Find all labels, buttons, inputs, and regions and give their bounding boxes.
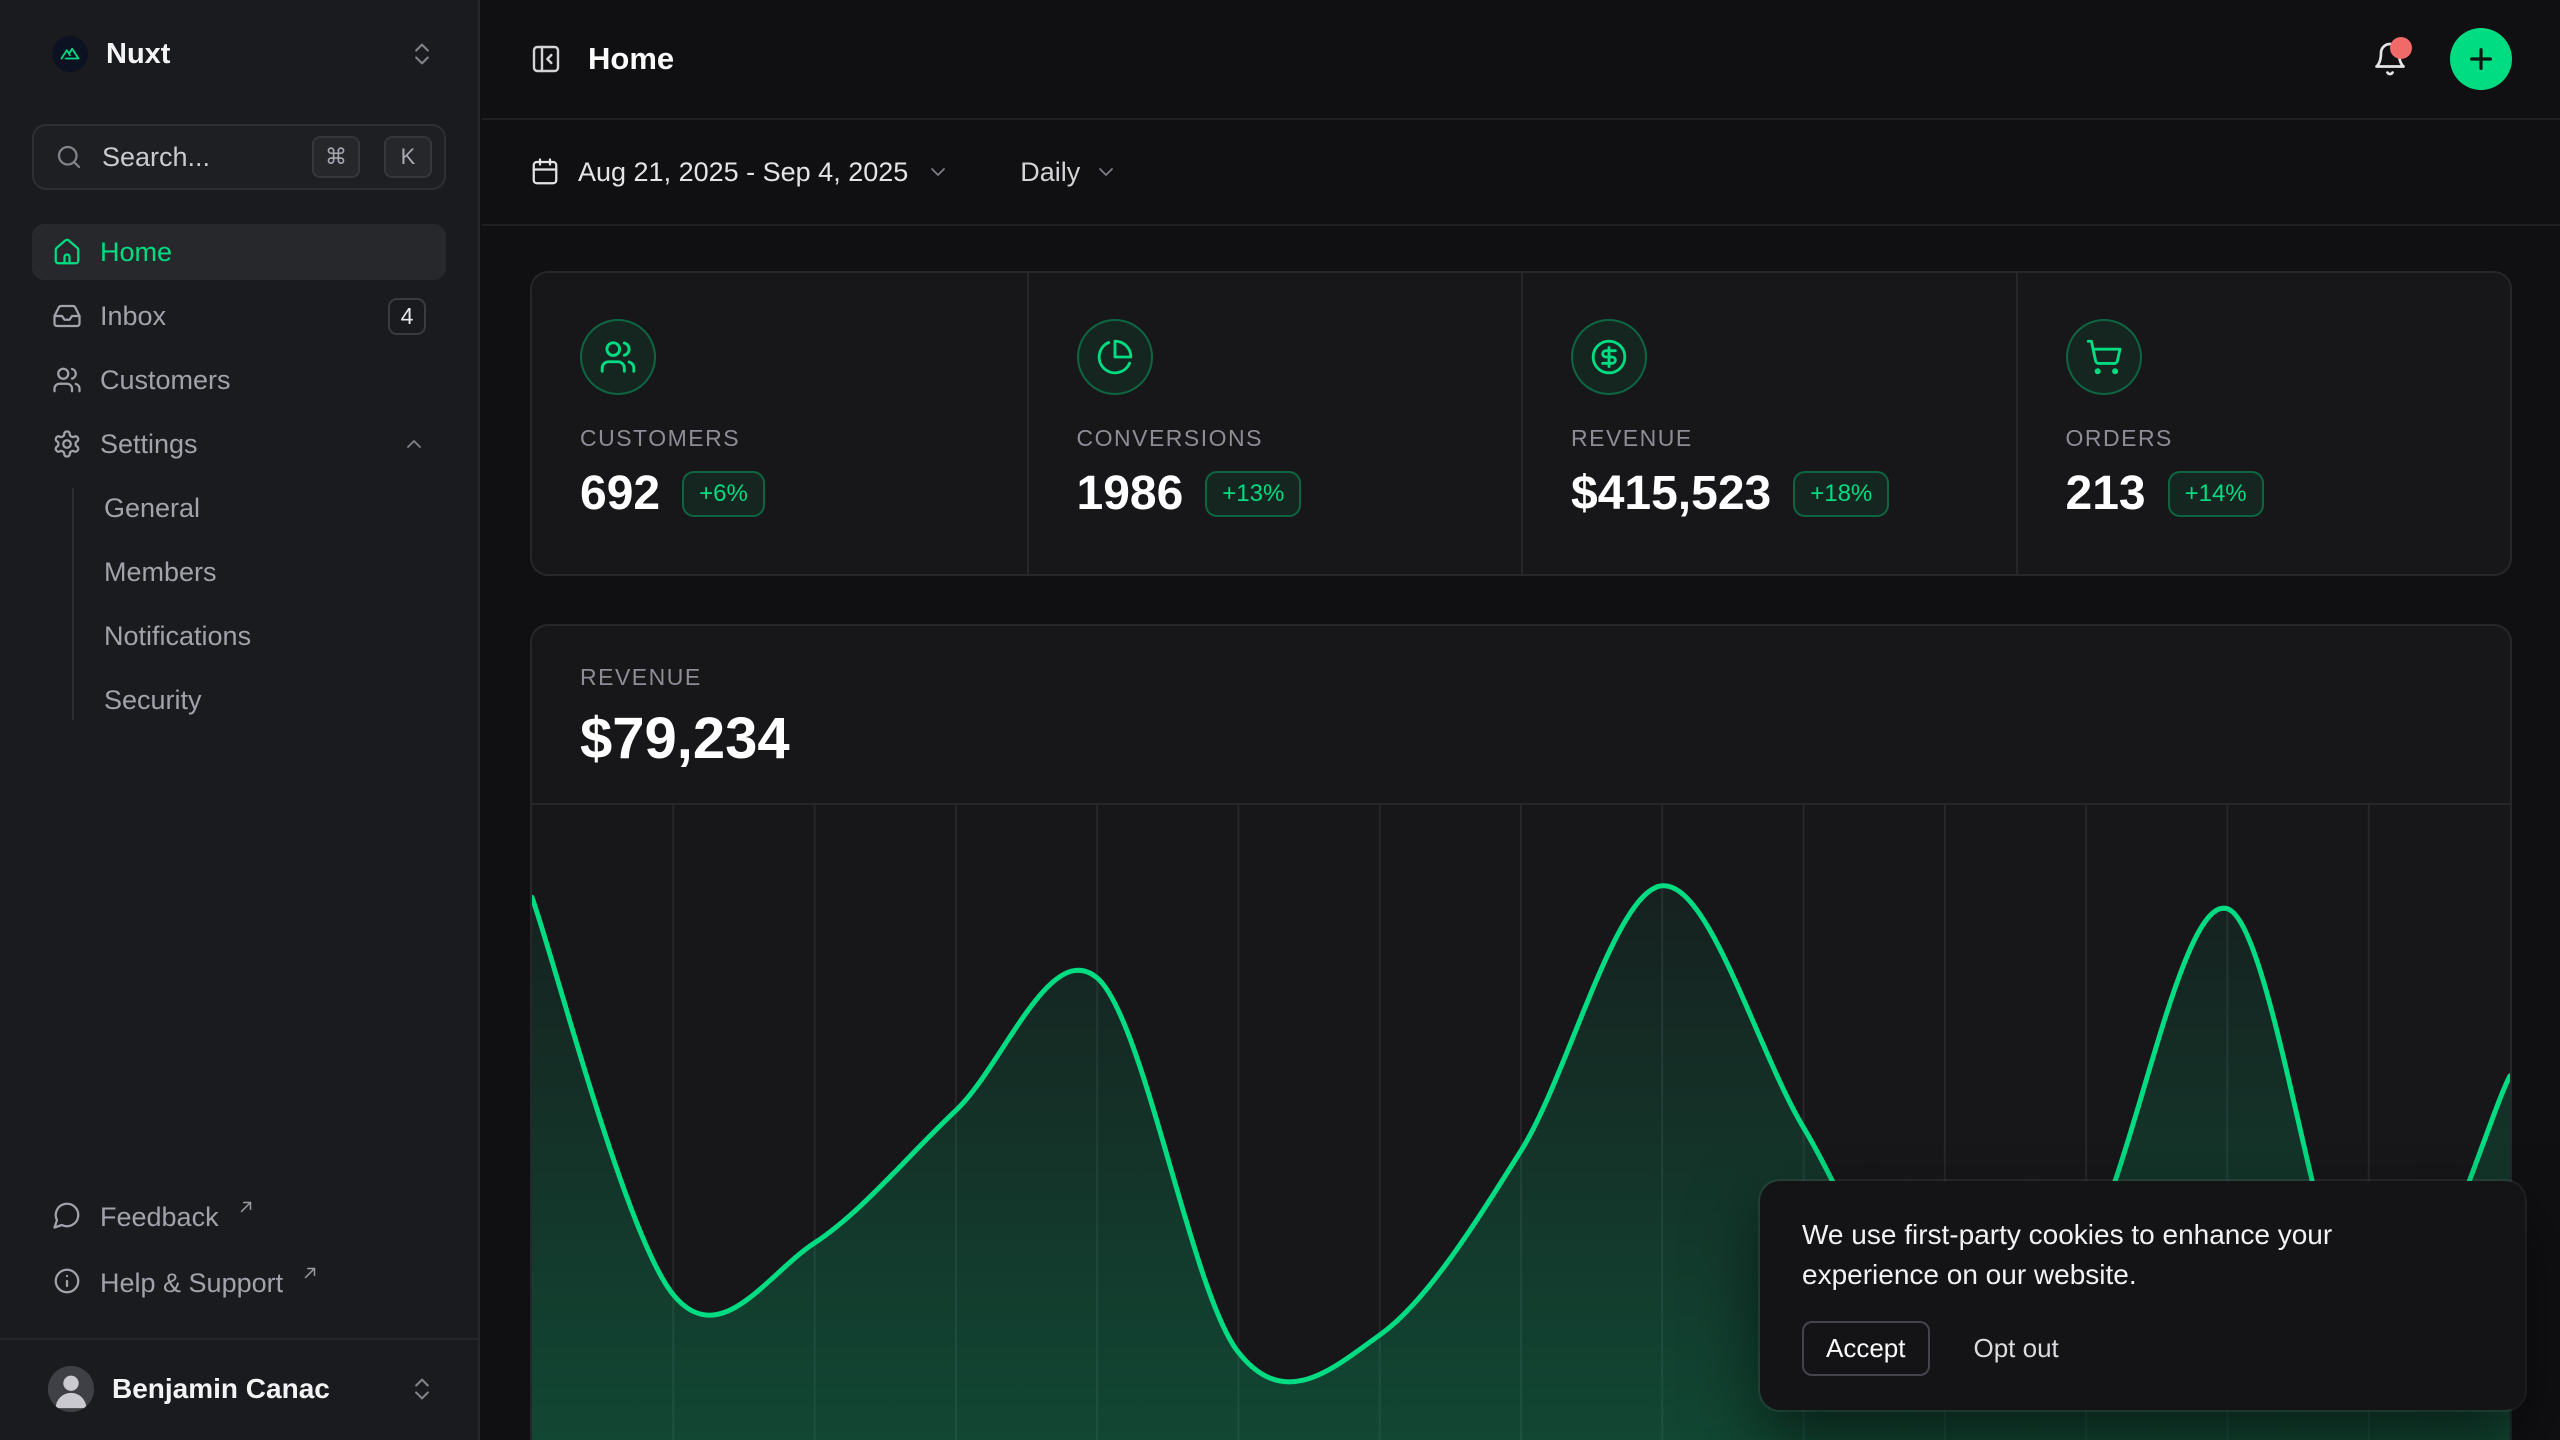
app-screen: Nuxt Search... ⌘ K Home xyxy=(0,0,2560,1440)
stat-label: REVENUE xyxy=(1571,425,1968,452)
chevron-up-icon xyxy=(402,432,426,456)
sidebar-item-label: Settings xyxy=(100,429,198,460)
stat-label: CUSTOMERS xyxy=(580,425,979,452)
sidebar-user-section: Benjamin Canac xyxy=(0,1338,478,1440)
stat-card-revenue: REVENUE $415,523 +18% xyxy=(1521,273,2016,574)
sidebar-spacer xyxy=(0,728,478,1192)
nuxt-logo-icon xyxy=(52,36,88,72)
calendar-icon xyxy=(530,157,560,187)
home-icon xyxy=(52,237,82,267)
page-title: Home xyxy=(588,41,674,77)
accept-button[interactable]: Accept xyxy=(1802,1321,1930,1376)
sidebar-item-inbox[interactable]: Inbox 4 xyxy=(32,288,446,344)
workspace-switcher[interactable]: Nuxt xyxy=(32,22,446,86)
sidebar-collapse-button[interactable] xyxy=(530,43,562,75)
stat-card-conversions: CONVERSIONS 1986 +13% xyxy=(1027,273,1522,574)
circle-dollar-icon xyxy=(1571,319,1647,395)
granularity-select[interactable]: Daily xyxy=(1014,156,1124,189)
chevrons-up-down-icon xyxy=(408,40,436,68)
kbd-k: K xyxy=(384,136,432,178)
stat-card-orders: ORDERS 213 +14% xyxy=(2016,273,2511,574)
info-circle-icon xyxy=(52,1266,82,1296)
feedback-link[interactable]: Feedback xyxy=(32,1192,446,1252)
stat-card-customers: CUSTOMERS 692 +6% xyxy=(532,273,1027,574)
avatar xyxy=(48,1366,94,1412)
chevron-down-icon xyxy=(1094,160,1118,184)
revenue-chart-label: REVENUE xyxy=(580,664,2462,691)
shopping-cart-icon xyxy=(2066,319,2142,395)
stat-label: ORDERS xyxy=(2066,425,2463,452)
user-name: Benjamin Canac xyxy=(112,1373,330,1405)
cookie-actions: Accept Opt out xyxy=(1802,1321,2483,1376)
sidebar: Nuxt Search... ⌘ K Home xyxy=(0,0,480,1440)
revenue-chart-header: REVENUE $79,234 xyxy=(532,626,2510,772)
page-header: Home xyxy=(482,0,2560,120)
stat-value: 1986 xyxy=(1077,466,1184,521)
workspace-name: Nuxt xyxy=(106,38,170,71)
inbox-count-badge: 4 xyxy=(388,298,426,335)
inbox-icon xyxy=(52,301,82,331)
stat-delta-badge: +18% xyxy=(1793,471,1889,517)
cookie-banner: We use first-party cookies to enhance yo… xyxy=(1760,1181,2525,1410)
external-link-icon xyxy=(237,1198,255,1216)
chevron-down-icon xyxy=(926,160,950,184)
notification-dot xyxy=(2390,37,2412,59)
filters-toolbar: Aug 21, 2025 - Sep 4, 2025 Daily xyxy=(482,120,2560,226)
users-icon xyxy=(52,365,82,395)
header-actions xyxy=(2372,28,2512,90)
search-placeholder: Search... xyxy=(102,142,288,173)
help-support-link[interactable]: Help & Support xyxy=(32,1258,446,1318)
user-menu[interactable]: Benjamin Canac xyxy=(32,1354,446,1424)
revenue-chart-value: $79,234 xyxy=(580,705,2462,772)
cookie-message: We use first-party cookies to enhance yo… xyxy=(1802,1215,2432,1295)
feedback-label: Feedback xyxy=(100,1200,219,1234)
sidebar-item-security[interactable]: Security xyxy=(32,672,446,728)
sidebar-item-home[interactable]: Home xyxy=(32,224,446,280)
stat-delta-badge: +6% xyxy=(682,471,765,517)
kbd-cmd: ⌘ xyxy=(312,136,360,178)
sidebar-item-label: Inbox xyxy=(100,301,166,332)
stats-cards: CUSTOMERS 692 +6% CONVERSIONS 1986 +13% xyxy=(530,271,2512,576)
sidebar-item-general[interactable]: General xyxy=(32,480,446,536)
chevrons-up-down-icon xyxy=(408,1375,436,1403)
sidebar-item-label: Home xyxy=(100,237,172,268)
stat-delta-badge: +14% xyxy=(2168,471,2264,517)
external-link-icon xyxy=(301,1264,319,1282)
message-bubble-icon xyxy=(52,1200,82,1230)
settings-subnav: General Members Notifications Security xyxy=(32,480,446,728)
sidebar-item-members[interactable]: Members xyxy=(32,544,446,600)
stat-label: CONVERSIONS xyxy=(1077,425,1474,452)
notifications-button[interactable] xyxy=(2372,41,2408,77)
sidebar-footer-links: Feedback Help & Support xyxy=(32,1192,446,1318)
gear-icon xyxy=(52,429,82,459)
granularity-value: Daily xyxy=(1020,157,1080,188)
plus-icon xyxy=(2465,43,2497,75)
date-range-value: Aug 21, 2025 - Sep 4, 2025 xyxy=(578,157,908,188)
sidebar-item-label: Customers xyxy=(100,365,231,396)
sidebar-item-customers[interactable]: Customers xyxy=(32,352,446,408)
add-button[interactable] xyxy=(2450,28,2512,90)
stat-value: $415,523 xyxy=(1571,466,1771,521)
stat-value: 692 xyxy=(580,466,660,521)
chart-pie-icon xyxy=(1077,319,1153,395)
stat-delta-badge: +13% xyxy=(1205,471,1301,517)
sidebar-item-notifications[interactable]: Notifications xyxy=(32,608,446,664)
date-range-picker[interactable]: Aug 21, 2025 - Sep 4, 2025 xyxy=(530,157,950,188)
search-icon xyxy=(54,142,84,172)
sidebar-nav: Home Inbox 4 Customers Settings xyxy=(32,224,446,728)
help-support-label: Help & Support xyxy=(100,1266,283,1300)
sidebar-item-settings[interactable]: Settings xyxy=(32,416,446,472)
users-icon xyxy=(580,319,656,395)
stat-value: 213 xyxy=(2066,466,2146,521)
opt-out-button[interactable]: Opt out xyxy=(1974,1333,2059,1364)
search-input[interactable]: Search... ⌘ K xyxy=(32,124,446,190)
